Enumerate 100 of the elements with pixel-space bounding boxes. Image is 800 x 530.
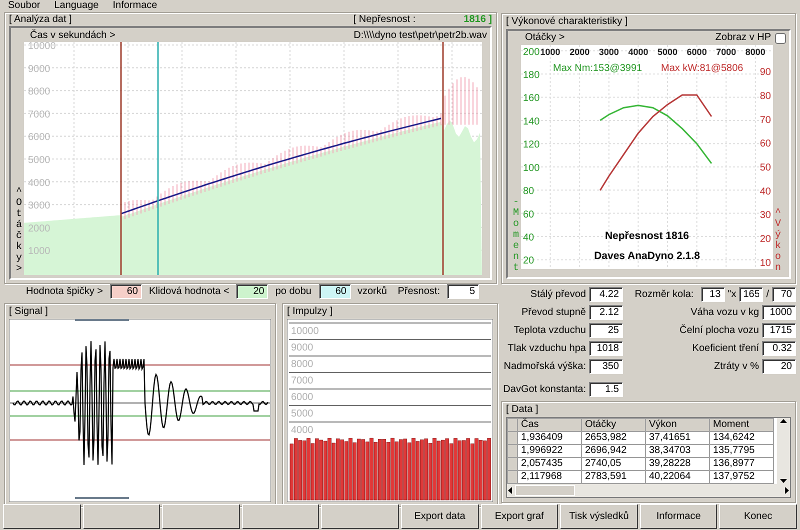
value-field[interactable]: 1018	[589, 341, 623, 356]
axis-tick-label: 5000	[28, 155, 50, 166]
table-cell: 38,34703	[646, 444, 710, 458]
axis-tick-label: 40	[760, 186, 771, 198]
vertical-scrollbar[interactable]	[777, 418, 790, 484]
marker-line[interactable]	[442, 42, 444, 275]
row-header[interactable]	[508, 432, 518, 444]
toolbar-button[interactable]	[82, 504, 160, 529]
value-field[interactable]: 350	[589, 359, 623, 374]
axis-tick-label: 140	[523, 116, 540, 128]
field-label: Hodnota špičky >	[26, 286, 103, 298]
column-header[interactable]: Výkon	[646, 418, 710, 432]
field-label: vzorků	[358, 286, 387, 298]
inaccuracy-label: [ Nepřesnost :	[353, 14, 416, 26]
value-field[interactable]: 20	[762, 359, 796, 374]
arrow-up-icon	[779, 418, 788, 424]
field-label: DavGot konstanta:	[503, 384, 586, 396]
group-title: [ Signal ]	[9, 306, 48, 318]
menu-item[interactable]: Informace	[112, 0, 158, 12]
table-cell: 2,057435	[518, 458, 582, 470]
arrow-left-icon	[507, 486, 513, 495]
value-field[interactable]: 1.5	[589, 382, 623, 398]
toolbar-button[interactable]: Export data	[400, 504, 479, 529]
value-field[interactable]: 5	[447, 284, 479, 299]
axis-tick-label: 60	[523, 209, 534, 220]
value-field[interactable]: 20	[236, 284, 268, 299]
axis-tick-label: 160	[523, 93, 540, 104]
axis-tick-label: 50	[760, 162, 771, 174]
hp-checkbox[interactable]	[775, 32, 786, 44]
menu-item[interactable]: Language	[54, 0, 99, 12]
table-cell: 2696,942	[582, 444, 646, 458]
column-header[interactable]: Moment	[710, 418, 774, 432]
axis-label: ^Otáčky>	[16, 187, 22, 275]
toolbar-button[interactable]: Export graf	[480, 504, 558, 529]
value-field[interactable]: 60	[110, 284, 142, 299]
column-header[interactable]: Čas	[518, 418, 582, 432]
horizontal-scrollbar[interactable]	[507, 484, 790, 497]
value-field[interactable]: 1000	[762, 305, 796, 320]
value-field[interactable]: 13	[700, 287, 725, 302]
axis-tick-label: 5000	[291, 408, 314, 420]
scrollbar-thumb[interactable]	[515, 485, 575, 496]
toolbar-button[interactable]	[242, 504, 320, 529]
toolbar-button[interactable]	[162, 504, 240, 529]
field-label: Koeficient tření	[692, 342, 759, 355]
value-field[interactable]: 0.32	[762, 341, 796, 356]
field-label: Ztráty v %	[714, 360, 759, 373]
toolbar-button[interactable]: Informace	[640, 504, 718, 529]
value-field[interactable]: 60	[318, 284, 350, 299]
value-field[interactable]: 4.22	[589, 287, 623, 302]
axis-tick-label: 10000	[291, 326, 319, 337]
field-label: Teplota vzduchu	[514, 324, 586, 337]
axis-tick-label: 100	[523, 162, 540, 174]
menu-item[interactable]: Soubor	[8, 0, 40, 12]
group-title: [ Data ]	[506, 404, 538, 416]
field-label: po dobu	[275, 286, 312, 298]
axis-tick-label: 1000	[28, 246, 50, 258]
arrow-right-icon	[784, 486, 790, 495]
value-field[interactable]: 70	[772, 287, 796, 302]
axis-tick-label: 200	[523, 46, 540, 58]
axis-tick-label: 120	[523, 140, 540, 151]
table-cell: 135,7795	[710, 444, 774, 458]
checkbox-label: Zobraz v HP	[715, 32, 771, 44]
toolbar-button[interactable]	[321, 504, 399, 529]
marker-line[interactable]	[120, 42, 122, 275]
unit-label: "x	[728, 288, 736, 301]
table-cell: 1,996922	[518, 444, 582, 458]
arrow-down-icon	[779, 478, 788, 484]
value-field[interactable]: 2.12	[589, 305, 623, 320]
row-header[interactable]	[508, 470, 518, 484]
toolbar-button[interactable]	[3, 504, 81, 529]
axis-tick-label: 80	[523, 186, 534, 198]
axis-tick-label: 20	[523, 256, 534, 267]
value-field[interactable]: 165	[739, 287, 764, 302]
axis-tick-label: 7000	[291, 376, 314, 386]
field-label: Stálý převod	[530, 288, 586, 301]
value-field[interactable]: 1715	[762, 323, 796, 338]
table-cell: 136,8977	[710, 458, 774, 470]
range-marker[interactable]	[75, 497, 129, 499]
range-marker[interactable]	[75, 319, 129, 321]
axis-tick-label: 7000	[716, 46, 736, 57]
axis-tick-label: 8000	[291, 359, 314, 370]
cursor-line[interactable]	[157, 42, 159, 275]
field-label: Přesnost:	[398, 286, 440, 298]
field-label: Nadmořská výška:	[504, 360, 586, 373]
axis-tick-label: 10000	[28, 42, 56, 52]
toolbar-button[interactable]: Konec	[719, 504, 797, 529]
toolbar-button[interactable]: Tisk výsledků	[560, 504, 638, 529]
value-field[interactable]: 25	[589, 323, 623, 338]
row-header[interactable]	[508, 458, 518, 470]
axis-tick-label: 4000	[291, 425, 314, 436]
row-header[interactable]	[508, 444, 518, 458]
axis-tick-label: 30	[760, 210, 771, 222]
axis-tick-label: 4000	[628, 46, 648, 57]
axis-label: -Moment	[513, 196, 519, 274]
axis-tick-label: 2000	[570, 46, 590, 57]
group-title: [ Výkonové charakteristiky ]	[506, 16, 628, 28]
column-header[interactable]: Otáčky	[582, 418, 646, 432]
field-label: Klidová hodnota <	[149, 286, 230, 298]
chart-caption: Daves AnaDyno 2.1.8	[594, 250, 700, 262]
axis-tick-label: 2000	[28, 223, 50, 234]
